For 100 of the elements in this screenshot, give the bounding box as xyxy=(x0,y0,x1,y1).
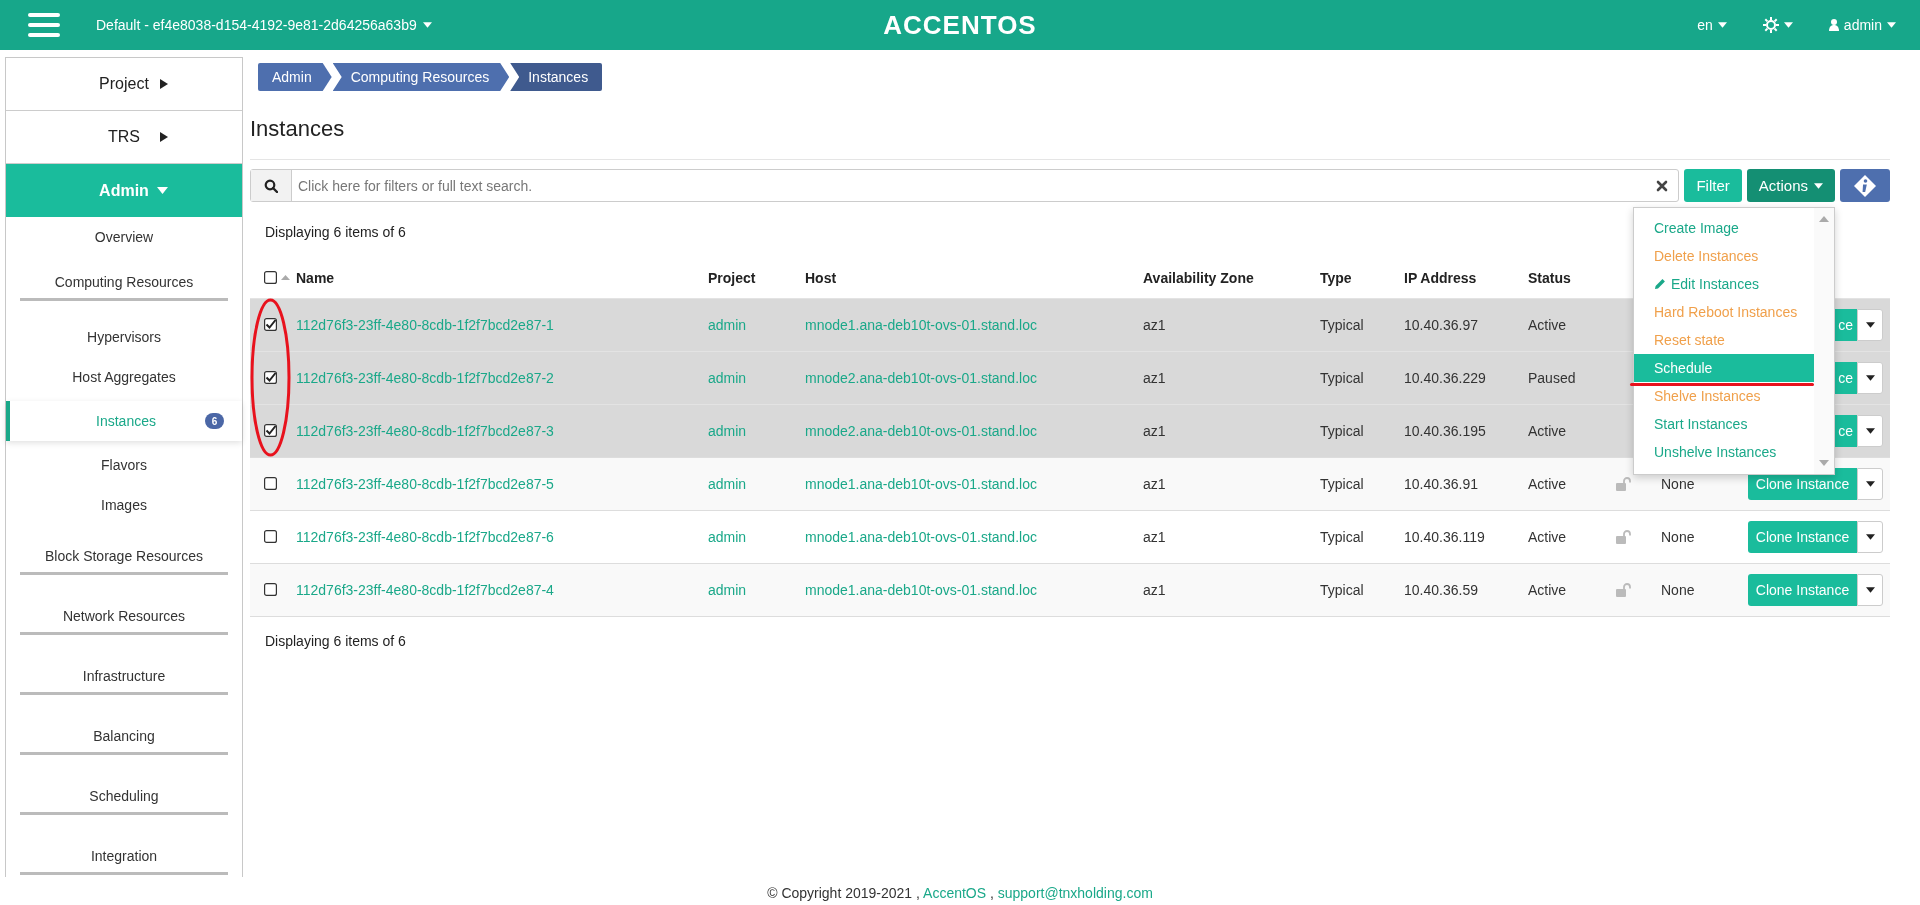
checkbox[interactable] xyxy=(264,477,277,490)
table-cell: Typical xyxy=(1320,422,1364,439)
sidebar-item[interactable]: Host Aggregates xyxy=(6,357,242,397)
table-cell: 10.40.36.119 xyxy=(1404,528,1485,545)
table-cell: Typical xyxy=(1320,369,1364,386)
column-header[interactable]: Name xyxy=(296,269,335,286)
table-link[interactable]: mnode1.ana-deb10t-ovs-01.stand.loc xyxy=(805,528,1037,545)
sidebar-item[interactable]: Hypervisors xyxy=(6,317,242,357)
table-link[interactable]: 112d76f3-23ff-4e80-8cdb-1f2f7bcd2e87-6 xyxy=(296,528,554,545)
table-cell: Active xyxy=(1528,316,1567,333)
actions-button[interactable]: Actions xyxy=(1746,169,1835,202)
sidebar-group[interactable]: Balancing xyxy=(20,711,228,755)
clone-instance-button[interactable]: Clone Instance xyxy=(1748,573,1857,606)
table-cell: Active xyxy=(1528,422,1567,439)
footer-link[interactable]: support@tnxholding.com xyxy=(997,885,1153,901)
sidebar-group[interactable]: Infrastructure xyxy=(20,651,228,695)
checked-checkbox[interactable] xyxy=(264,318,277,331)
info-icon xyxy=(1853,173,1877,198)
caret-icon xyxy=(1814,182,1823,189)
info-button[interactable] xyxy=(1840,169,1890,202)
settings-icon xyxy=(1762,17,1779,33)
table-link[interactable]: admin xyxy=(708,581,747,598)
table-link[interactable]: admin xyxy=(708,422,747,439)
table-link[interactable]: admin xyxy=(708,475,747,492)
menu-item[interactable]: Shelve Instances xyxy=(1634,382,1814,410)
breadcrumb-item[interactable]: Admin xyxy=(258,63,332,91)
table-cell: Active xyxy=(1528,581,1567,598)
menu-item[interactable]: Start Instances xyxy=(1634,410,1814,438)
dropdown-toggle[interactable] xyxy=(1857,573,1883,606)
column-header[interactable]: Type xyxy=(1320,269,1352,286)
caret-icon xyxy=(160,132,168,142)
checked-checkbox[interactable] xyxy=(264,371,277,384)
sidebar-group[interactable]: Integration xyxy=(20,831,228,875)
table-link[interactable]: admin xyxy=(708,528,747,545)
caret-icon xyxy=(1865,533,1875,540)
sidebar-group[interactable]: Computing Resources xyxy=(20,257,228,301)
search-icon xyxy=(264,178,278,193)
caret-icon xyxy=(1865,321,1875,328)
breadcrumb-item[interactable]: Instances xyxy=(510,63,603,91)
menu-item[interactable]: Delete Instances xyxy=(1634,242,1814,270)
filter-button[interactable]: Filter xyxy=(1684,169,1742,202)
sidebar-group[interactable]: Scheduling xyxy=(20,771,228,815)
column-header[interactable]: Availability Zone xyxy=(1143,269,1254,286)
table-cell: Typical xyxy=(1320,475,1364,492)
menu-item[interactable]: Unshelve Instances xyxy=(1634,438,1814,466)
item-count: Displaying 6 items of 6 xyxy=(265,224,406,242)
checkbox[interactable] xyxy=(264,583,277,596)
caret-icon xyxy=(1717,22,1727,28)
dropdown-toggle[interactable] xyxy=(1857,520,1883,553)
user-menu[interactable]: admin xyxy=(1828,17,1896,33)
sidebar-item[interactable]: Instances 6 xyxy=(6,401,242,441)
menu-item[interactable]: Hard Reboot Instances xyxy=(1634,298,1814,326)
table-cell: None xyxy=(1661,528,1695,545)
sidebar-item[interactable]: Images xyxy=(6,485,242,525)
table-cell: None xyxy=(1661,581,1695,598)
table-cell: Active xyxy=(1528,528,1567,545)
dropdown-toggle[interactable] xyxy=(1857,361,1883,394)
table-cell: Typical xyxy=(1320,528,1364,545)
footer-link[interactable]: AccentOS xyxy=(923,885,987,901)
table-cell: 10.40.36.59 xyxy=(1404,581,1478,598)
caret-icon xyxy=(1865,586,1875,593)
table-cell: Paused xyxy=(1528,369,1576,386)
dropdown-toggle[interactable] xyxy=(1857,308,1883,341)
dropdown-toggle[interactable] xyxy=(1857,467,1883,500)
sidebar-item[interactable]: Flavors xyxy=(6,445,242,485)
menu-icon[interactable] xyxy=(28,12,60,38)
table-cell: az1 xyxy=(1143,581,1166,598)
caret-icon xyxy=(1887,22,1896,28)
table-cell: az1 xyxy=(1143,422,1166,439)
project-selector[interactable]: Default - ef4e8038-d154-4192-9e81-2d64256a63b9 xyxy=(96,17,432,33)
table-link[interactable]: admin xyxy=(708,369,747,386)
menu-item[interactable]: Edit Instances xyxy=(1634,270,1814,298)
column-header[interactable]: Host xyxy=(805,269,837,286)
table-cell: Typical xyxy=(1320,316,1364,333)
checkbox[interactable] xyxy=(264,271,277,285)
clear-icon xyxy=(1656,179,1669,192)
column-header[interactable]: Status xyxy=(1528,269,1571,286)
table-link[interactable]: admin xyxy=(708,316,747,333)
scroll-up-icon xyxy=(1819,216,1829,222)
checked-checkbox[interactable] xyxy=(264,424,277,437)
copyright-text: © Copyright 2019-2021 , AccentOS , support@tnxholding.com xyxy=(766,885,1154,901)
table-cell: az1 xyxy=(1143,369,1166,386)
table-cell: az1 xyxy=(1143,528,1166,545)
table-cell: 10.40.36.91 xyxy=(1404,475,1478,492)
checkbox[interactable] xyxy=(264,530,277,543)
clone-instance-button[interactable]: Clone Instance xyxy=(1748,520,1857,553)
sidebar-group[interactable]: Network Resources xyxy=(20,591,228,635)
menu-item[interactable]: Reset state xyxy=(1634,326,1814,354)
table-cell: Typical xyxy=(1320,581,1364,598)
column-header[interactable]: IP Address xyxy=(1404,269,1477,286)
language-selector[interactable]: en xyxy=(1697,17,1727,33)
sidebar-group[interactable]: Block Storage Resources xyxy=(20,531,228,575)
dropdown-toggle[interactable] xyxy=(1857,414,1883,447)
menu-item[interactable]: Create Image xyxy=(1634,214,1814,242)
sidebar-item[interactable]: Overview xyxy=(6,217,242,257)
table-cell: az1 xyxy=(1143,475,1166,492)
sidebar-section[interactable]: Admin xyxy=(6,164,242,217)
breadcrumb-item[interactable]: Computing Resources xyxy=(332,63,510,91)
column-header[interactable]: Project xyxy=(708,269,756,286)
settings-menu[interactable] xyxy=(1762,17,1793,33)
